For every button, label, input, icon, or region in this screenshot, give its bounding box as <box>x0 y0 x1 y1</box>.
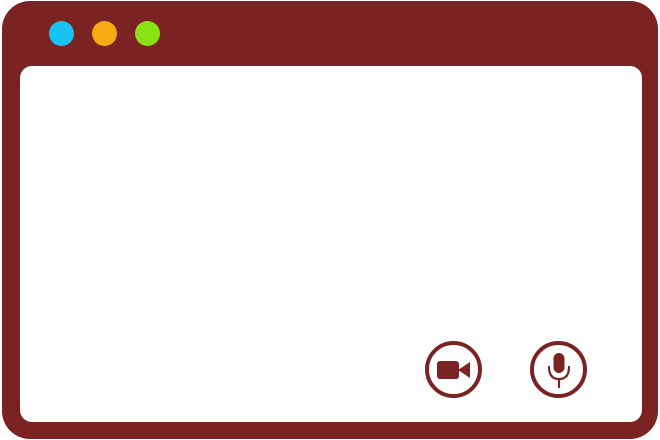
video-call-content-area <box>20 66 642 422</box>
title-bar <box>2 1 658 65</box>
microphone-icon <box>546 352 572 388</box>
toggle-video-button[interactable] <box>425 341 482 398</box>
app-window <box>2 1 658 439</box>
close-window-button[interactable] <box>49 21 74 46</box>
video-camera-icon <box>436 359 471 381</box>
maximize-window-button[interactable] <box>135 21 160 46</box>
toggle-microphone-button[interactable] <box>530 341 587 398</box>
minimize-window-button[interactable] <box>92 21 117 46</box>
